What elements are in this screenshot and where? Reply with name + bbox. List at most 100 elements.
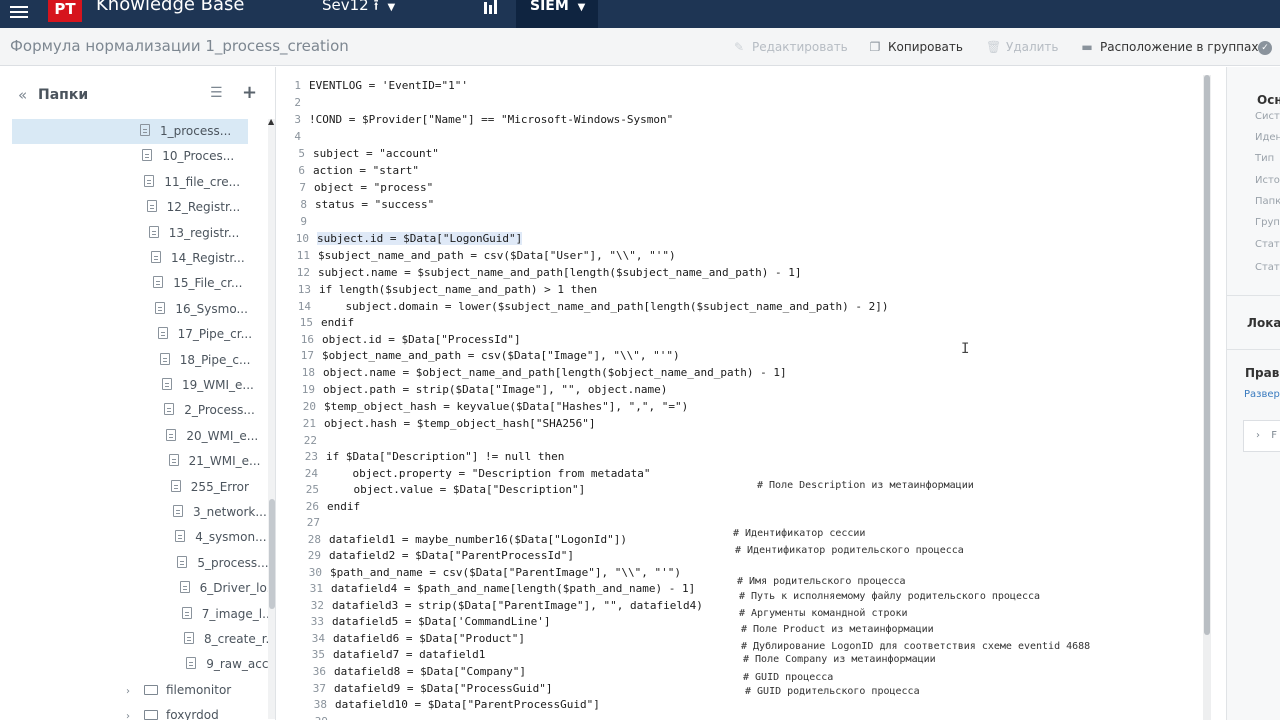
folder-tree-scrollbar[interactable]: ▲ bbox=[268, 117, 275, 719]
code-line[interactable]: subject = "account" bbox=[313, 147, 439, 160]
folder-tree-item[interactable]: 17_Pipe_cr... bbox=[157, 322, 252, 347]
folder-tree-item[interactable]: 5_process... bbox=[177, 551, 269, 576]
code-line[interactable]: action = "start" bbox=[313, 164, 419, 177]
edit-button[interactable]: ✎ Редактировать bbox=[732, 40, 848, 54]
delete-button[interactable]: 🗑 Удалить bbox=[986, 40, 1059, 54]
code-line[interactable]: datafield10 = $Data["ParentProcessGuid"] bbox=[335, 698, 600, 711]
folder-tree-folder[interactable]: › foxyrdod bbox=[126, 703, 219, 720]
code-line[interactable]: !COND = $Provider["Name"] == "Microsoft-… bbox=[309, 113, 673, 126]
code-line[interactable]: status = "success" bbox=[315, 198, 434, 211]
code-line[interactable]: $temp_object_hash = keyvalue($Data["Hash… bbox=[324, 400, 688, 413]
code-line[interactable]: object.value = $Data["Description"] bbox=[327, 483, 585, 496]
code-line[interactable]: datafield2 = $Data["ParentProcessId"] bbox=[329, 549, 574, 562]
siem-module-tab[interactable]: SIEM ▼ bbox=[516, 0, 598, 28]
line-number: 16 bbox=[300, 333, 314, 346]
code-line[interactable]: $subject_name_and_path = csv($Data["User… bbox=[318, 249, 676, 262]
chevron-right-icon[interactable]: › bbox=[126, 704, 138, 720]
folder-tree-item[interactable]: 8_create_r... bbox=[184, 627, 275, 652]
code-line[interactable]: if length($subject_name_and_path) > 1 th… bbox=[319, 283, 597, 296]
line-number: 9 bbox=[300, 215, 307, 228]
folder-tree-item[interactable]: 13_registr... bbox=[148, 221, 239, 246]
folder-tree-item[interactable]: 16_Sysmo... bbox=[155, 297, 248, 322]
hamburger-menu-icon[interactable] bbox=[8, 3, 30, 21]
code-line[interactable]: EVENTLOG = 'EventID="1"' bbox=[309, 79, 468, 92]
document-icon bbox=[179, 581, 190, 594]
folder-tree-item[interactable]: 2_Process... bbox=[164, 398, 255, 423]
top-app-bar: PT Knowledge Base Sev12 ⭱ ▼ SIEM ▼ bbox=[0, 0, 1280, 28]
folder-tree-item[interactable]: 18_Pipe_c... bbox=[159, 348, 250, 373]
editor-scrollbar[interactable] bbox=[1203, 75, 1211, 720]
scrollbar-thumb[interactable] bbox=[269, 499, 275, 609]
code-comment: # GUID процесса bbox=[743, 672, 834, 683]
code-editor[interactable]: 1 2 3 4 5 6 7 8 9 10 11 12 13 14 15 16 17 18 19 20 21 22 23 24 2… bbox=[277, 67, 1214, 720]
code-line[interactable]: object.hash = $temp_object_hash["SHA256"… bbox=[324, 417, 596, 430]
line-number: 15 bbox=[299, 316, 313, 329]
code-line[interactable]: datafield4 = $path_and_name[length($path… bbox=[331, 582, 695, 595]
document-icon bbox=[142, 149, 153, 162]
code-line[interactable]: object = "process" bbox=[314, 181, 433, 194]
folder-tree-item[interactable]: 15_File_cr... bbox=[153, 271, 242, 296]
code-line[interactable]: datafield6 = $Data["Product"] bbox=[333, 632, 525, 645]
folder-tree-item[interactable]: 9_raw_acc... bbox=[186, 652, 275, 677]
folder-tree-item[interactable]: 7_image_l... bbox=[181, 602, 274, 627]
code-line[interactable]: datafield5 = $Data['CommandLine'] bbox=[332, 615, 551, 628]
folder-tree-item[interactable]: 6_Driver_lo... bbox=[179, 576, 275, 601]
folder-tree-item[interactable]: 3_network... bbox=[173, 500, 267, 525]
folder-tree-item[interactable]: 4_sysmon... bbox=[175, 525, 267, 550]
add-folder-icon[interactable]: + bbox=[242, 82, 257, 103]
info-icon[interactable]: ✓ bbox=[1258, 41, 1272, 55]
scroll-up-icon[interactable]: ▲ bbox=[268, 117, 274, 126]
code-line[interactable]: endif bbox=[321, 316, 354, 329]
code-line[interactable]: object.path = strip($Data["Image"], "", … bbox=[323, 383, 667, 396]
environment-selector[interactable]: Sev12 ⭱ ▼ bbox=[322, 0, 395, 20]
location-in-groups-button[interactable]: ▬ Расположение в группах bbox=[1080, 40, 1258, 54]
chevron-right-icon[interactable]: › bbox=[126, 679, 138, 704]
code-comment: # GUID родительского процесса bbox=[745, 686, 920, 697]
scrollbar-thumb[interactable] bbox=[1204, 75, 1210, 635]
code-line[interactable]: endif bbox=[327, 500, 360, 513]
folder-tree-item[interactable]: 1_process... bbox=[12, 119, 248, 144]
folder-tree-item[interactable]: 255_Error bbox=[170, 475, 249, 500]
code-line[interactable]: subject.name = $subject_name_and_path[le… bbox=[318, 266, 801, 279]
line-number: 28 bbox=[307, 533, 321, 546]
document-icon bbox=[181, 606, 192, 619]
code-line[interactable]: $object_name_and_path = csv($Data["Image… bbox=[322, 349, 680, 362]
code-line[interactable]: if $Data["Description"] != null then bbox=[326, 450, 564, 463]
code-line[interactable]: object.property = "Description from meta… bbox=[326, 467, 650, 480]
page-header: Формула нормализации 1_process_creation … bbox=[0, 28, 1280, 66]
copy-button[interactable]: ❐ Копировать bbox=[868, 40, 963, 54]
document-icon bbox=[140, 124, 150, 136]
line-number: 35 bbox=[311, 648, 325, 661]
rule-item[interactable]: › F bbox=[1243, 420, 1280, 452]
line-number: 23 bbox=[304, 450, 318, 463]
code-line[interactable]: datafield7 = datafield1 bbox=[333, 648, 485, 661]
code-line[interactable]: datafield9 = $Data["ProcessGuid"] bbox=[334, 682, 553, 695]
code-line[interactable]: datafield1 = maybe_number16($Data["Logon… bbox=[329, 533, 627, 546]
code-line[interactable]: object.name = $object_name_and_path[leng… bbox=[323, 366, 787, 379]
property-label: Статус bbox=[1255, 262, 1280, 273]
page-title: Формула нормализации 1_process_creation bbox=[10, 37, 349, 55]
folder-tree-item[interactable]: 11_file_cre... bbox=[144, 170, 240, 195]
line-number: 4 bbox=[294, 130, 301, 143]
rule-item-label: F bbox=[1271, 430, 1277, 441]
code-line[interactable]: object.id = $Data["ProcessId"] bbox=[322, 333, 521, 346]
code-line[interactable]: subject.id = $Data["LogonGuid"] bbox=[317, 232, 523, 245]
bar-chart-icon[interactable] bbox=[478, 0, 504, 22]
folder-tree-item[interactable]: 19_WMI_e... bbox=[162, 373, 254, 398]
folder-tree-item[interactable]: 12_Registr... bbox=[146, 195, 240, 220]
code-line[interactable]: datafield3 = strip($Data["ParentImage"],… bbox=[332, 599, 703, 612]
code-line[interactable]: subject.domain = lower($subject_name_and… bbox=[319, 300, 888, 313]
code-line[interactable]: $path_and_name = csv($Data["ParentImage"… bbox=[330, 566, 681, 579]
folder-tree-item[interactable]: 20_WMI_e... bbox=[166, 424, 258, 449]
folder-tree-folder[interactable]: › filemonitor bbox=[126, 678, 231, 703]
line-number: 22 bbox=[303, 434, 317, 447]
folder-tree-item-label: 2_Process... bbox=[184, 403, 255, 418]
code-line[interactable]: datafield8 = $Data["Company"] bbox=[334, 665, 526, 678]
expand-rules-link[interactable]: Развер bbox=[1244, 389, 1280, 400]
document-icon bbox=[164, 403, 175, 416]
filter-settings-icon[interactable]: ☰ bbox=[210, 85, 223, 101]
folder-tree-item[interactable]: 21_WMI_e... bbox=[168, 449, 260, 474]
folder-tree-item[interactable]: 14_Registr... bbox=[151, 246, 245, 271]
collapse-panel-icon[interactable]: « bbox=[18, 86, 27, 104]
folder-tree-item[interactable]: 10_Proces... bbox=[142, 144, 234, 169]
